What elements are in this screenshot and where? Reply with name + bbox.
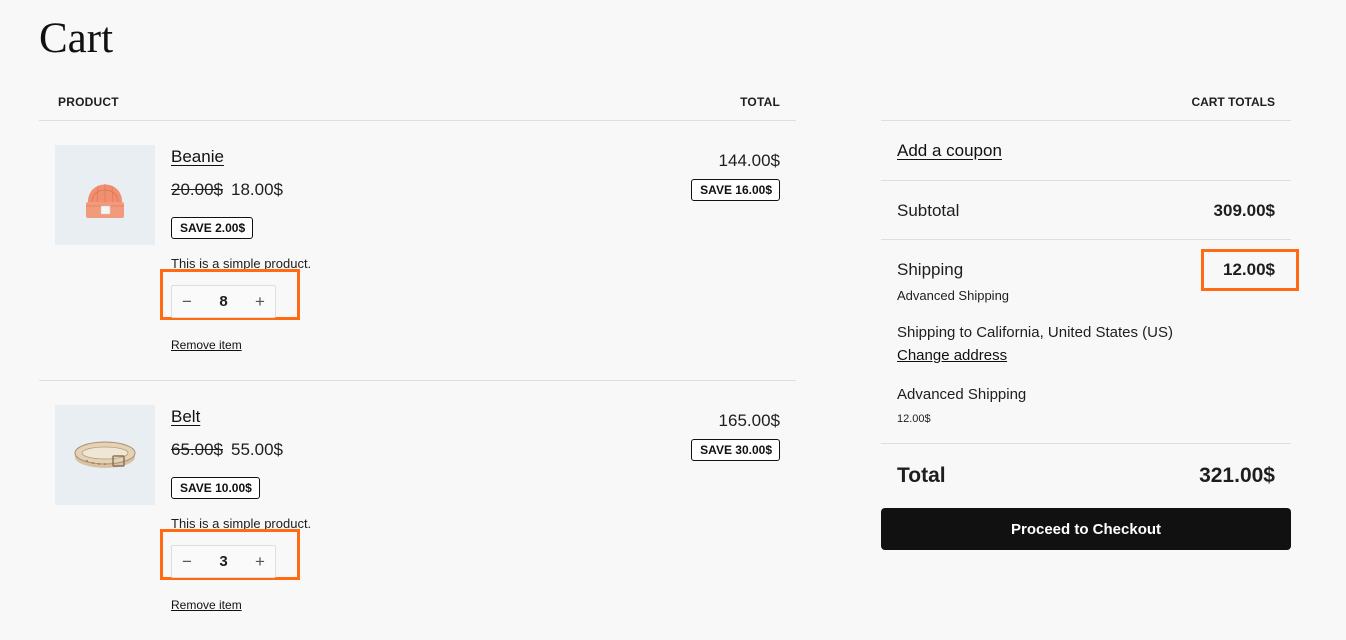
original-price: 65.00$ (171, 440, 223, 459)
decrease-quantity-button[interactable]: − (179, 553, 195, 570)
total-value: 321.00$ (1199, 464, 1275, 487)
beanie-icon (86, 184, 124, 218)
price-row: 65.00$ 55.00$ (171, 440, 283, 460)
increase-quantity-button[interactable]: + (252, 293, 268, 310)
increase-quantity-button[interactable]: + (252, 553, 268, 570)
cart-item-beanie: Beanie 20.00$ 18.00$ SAVE 2.00$ This is a… (39, 121, 796, 381)
line-total: 144.00$ (718, 151, 780, 170)
beanie-image[interactable] (55, 145, 155, 245)
quantity-stepper: − 3 + (171, 545, 276, 578)
belt-icon (74, 441, 136, 468)
quantity-value[interactable]: 3 (219, 553, 227, 570)
shipping-option-price: 12.00$ (897, 413, 931, 425)
subtotal-row: Subtotal 309.00$ (881, 181, 1291, 240)
product-name-link[interactable]: Beanie (171, 147, 224, 167)
shipping-destination: Shipping to California, United States (U… (897, 324, 1173, 341)
shipping-method-name: Advanced Shipping (897, 288, 1010, 303)
subtotal-label: Subtotal (897, 201, 960, 220)
subtotal-value: 309.00$ (1213, 201, 1275, 220)
total-label: Total (897, 464, 946, 487)
save-badge: SAVE 2.00$ (171, 217, 254, 239)
product-name-link[interactable]: Belt (171, 407, 200, 427)
belt-image[interactable] (55, 405, 155, 505)
decrease-quantity-button[interactable]: − (179, 293, 195, 310)
table-header: PRODUCT TOTAL (39, 88, 796, 121)
cart-table: PRODUCT TOTAL Beanie 20.00$ 18.00$ SAVE 2… (39, 88, 796, 640)
original-price: 20.00$ (171, 180, 223, 199)
coupon-row: Add a coupon (881, 121, 1291, 181)
line-save-badge: SAVE 30.00$ (691, 439, 780, 461)
product-column-header: PRODUCT (58, 95, 119, 109)
proceed-to-checkout-button[interactable]: Proceed to Checkout (881, 508, 1291, 550)
cart-totals-panel: CART TOTALS Add a coupon Subtotal 309.00… (881, 88, 1299, 550)
quantity-stepper: − 8 + (171, 285, 276, 318)
cart-totals-header: CART TOTALS (881, 88, 1291, 121)
line-total: 165.00$ (718, 411, 780, 430)
shipping-option-name[interactable]: Advanced Shipping (897, 386, 1026, 403)
price-row: 20.00$ 18.00$ (171, 180, 283, 200)
shipping-value: 12.00$ (1223, 260, 1275, 279)
cart-totals-title: CART TOTALS (1191, 95, 1275, 109)
save-badge: SAVE 10.00$ (171, 477, 260, 499)
change-address-link[interactable]: Change address (897, 347, 1007, 364)
sale-price: 18.00$ (231, 180, 283, 199)
total-column-header: TOTAL (740, 95, 780, 109)
quantity-value[interactable]: 8 (219, 293, 227, 310)
line-save-badge: SAVE 16.00$ (691, 179, 780, 201)
remove-item-link[interactable]: Remove item (171, 338, 242, 352)
shipping-label: Shipping (897, 260, 964, 279)
remove-item-link[interactable]: Remove item (171, 598, 242, 612)
cart-item-belt: Belt 65.00$ 55.00$ SAVE 10.00$ This is a … (39, 381, 796, 640)
shipping-section: Shipping Advanced Shipping 12.00$ Shippi… (881, 240, 1299, 444)
page-title: Cart (39, 15, 114, 62)
sale-price: 55.00$ (231, 440, 283, 459)
total-row: Total 321.00$ (881, 444, 1291, 508)
add-coupon-link[interactable]: Add a coupon (897, 141, 1002, 161)
